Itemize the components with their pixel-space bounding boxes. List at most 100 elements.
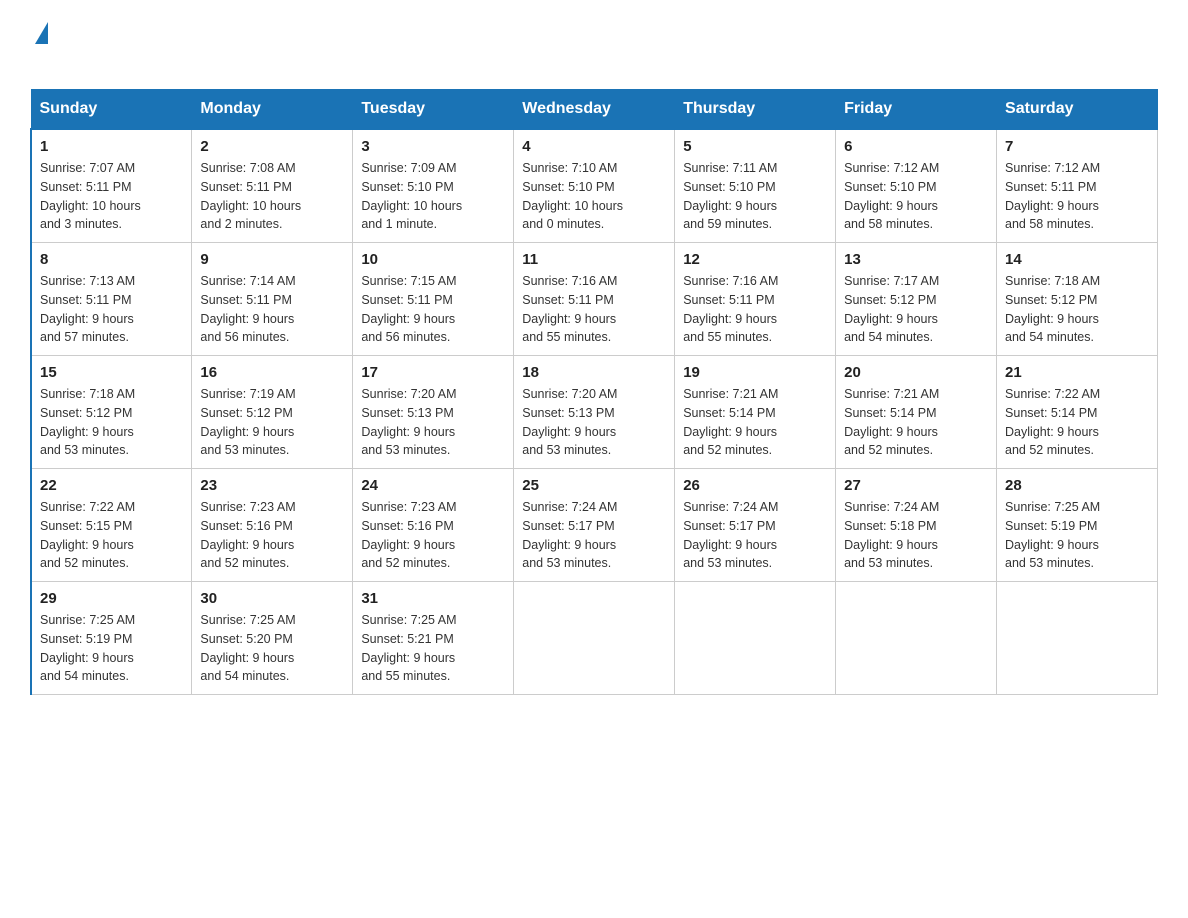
day-number: 5 bbox=[683, 138, 827, 155]
day-info: Sunrise: 7:18 AMSunset: 5:12 PMDaylight:… bbox=[40, 385, 183, 460]
day-info: Sunrise: 7:16 AMSunset: 5:11 PMDaylight:… bbox=[683, 272, 827, 347]
day-number: 16 bbox=[200, 364, 344, 381]
calendar-cell: 1 Sunrise: 7:07 AMSunset: 5:11 PMDayligh… bbox=[31, 129, 192, 243]
day-number: 13 bbox=[844, 251, 988, 268]
day-number: 15 bbox=[40, 364, 183, 381]
day-number: 7 bbox=[1005, 138, 1149, 155]
calendar-cell: 28 Sunrise: 7:25 AMSunset: 5:19 PMDaylig… bbox=[997, 469, 1158, 582]
calendar-cell: 22 Sunrise: 7:22 AMSunset: 5:15 PMDaylig… bbox=[31, 469, 192, 582]
day-info: Sunrise: 7:08 AMSunset: 5:11 PMDaylight:… bbox=[200, 159, 344, 234]
calendar-cell bbox=[836, 582, 997, 695]
day-number: 27 bbox=[844, 477, 988, 494]
day-info: Sunrise: 7:24 AMSunset: 5:17 PMDaylight:… bbox=[683, 498, 827, 573]
day-number: 25 bbox=[522, 477, 666, 494]
calendar-cell: 30 Sunrise: 7:25 AMSunset: 5:20 PMDaylig… bbox=[192, 582, 353, 695]
day-number: 26 bbox=[683, 477, 827, 494]
logo bbox=[30, 20, 48, 73]
calendar-week-1: 1 Sunrise: 7:07 AMSunset: 5:11 PMDayligh… bbox=[31, 129, 1158, 243]
calendar-cell: 11 Sunrise: 7:16 AMSunset: 5:11 PMDaylig… bbox=[514, 243, 675, 356]
weekday-header-friday: Friday bbox=[836, 90, 997, 130]
calendar-cell bbox=[514, 582, 675, 695]
calendar-cell: 20 Sunrise: 7:21 AMSunset: 5:14 PMDaylig… bbox=[836, 356, 997, 469]
day-number: 4 bbox=[522, 138, 666, 155]
day-info: Sunrise: 7:12 AMSunset: 5:11 PMDaylight:… bbox=[1005, 159, 1149, 234]
day-number: 28 bbox=[1005, 477, 1149, 494]
weekday-header-sunday: Sunday bbox=[31, 90, 192, 130]
calendar-cell: 18 Sunrise: 7:20 AMSunset: 5:13 PMDaylig… bbox=[514, 356, 675, 469]
calendar-cell: 19 Sunrise: 7:21 AMSunset: 5:14 PMDaylig… bbox=[675, 356, 836, 469]
calendar-cell: 3 Sunrise: 7:09 AMSunset: 5:10 PMDayligh… bbox=[353, 129, 514, 243]
calendar-cell: 9 Sunrise: 7:14 AMSunset: 5:11 PMDayligh… bbox=[192, 243, 353, 356]
day-info: Sunrise: 7:23 AMSunset: 5:16 PMDaylight:… bbox=[361, 498, 505, 573]
day-number: 18 bbox=[522, 364, 666, 381]
day-info: Sunrise: 7:07 AMSunset: 5:11 PMDaylight:… bbox=[40, 159, 183, 234]
day-number: 14 bbox=[1005, 251, 1149, 268]
calendar-cell: 2 Sunrise: 7:08 AMSunset: 5:11 PMDayligh… bbox=[192, 129, 353, 243]
calendar-cell: 16 Sunrise: 7:19 AMSunset: 5:12 PMDaylig… bbox=[192, 356, 353, 469]
day-number: 3 bbox=[361, 138, 505, 155]
calendar-cell: 25 Sunrise: 7:24 AMSunset: 5:17 PMDaylig… bbox=[514, 469, 675, 582]
weekday-header-tuesday: Tuesday bbox=[353, 90, 514, 130]
calendar-table: SundayMondayTuesdayWednesdayThursdayFrid… bbox=[30, 89, 1158, 695]
day-info: Sunrise: 7:25 AMSunset: 5:21 PMDaylight:… bbox=[361, 611, 505, 686]
weekday-header-thursday: Thursday bbox=[675, 90, 836, 130]
day-info: Sunrise: 7:24 AMSunset: 5:17 PMDaylight:… bbox=[522, 498, 666, 573]
day-number: 12 bbox=[683, 251, 827, 268]
calendar-cell: 24 Sunrise: 7:23 AMSunset: 5:16 PMDaylig… bbox=[353, 469, 514, 582]
day-info: Sunrise: 7:22 AMSunset: 5:15 PMDaylight:… bbox=[40, 498, 183, 573]
calendar-cell: 23 Sunrise: 7:23 AMSunset: 5:16 PMDaylig… bbox=[192, 469, 353, 582]
day-info: Sunrise: 7:20 AMSunset: 5:13 PMDaylight:… bbox=[522, 385, 666, 460]
day-info: Sunrise: 7:10 AMSunset: 5:10 PMDaylight:… bbox=[522, 159, 666, 234]
day-info: Sunrise: 7:14 AMSunset: 5:11 PMDaylight:… bbox=[200, 272, 344, 347]
calendar-cell bbox=[997, 582, 1158, 695]
day-info: Sunrise: 7:25 AMSunset: 5:19 PMDaylight:… bbox=[1005, 498, 1149, 573]
day-info: Sunrise: 7:25 AMSunset: 5:20 PMDaylight:… bbox=[200, 611, 344, 686]
calendar-cell: 6 Sunrise: 7:12 AMSunset: 5:10 PMDayligh… bbox=[836, 129, 997, 243]
day-number: 22 bbox=[40, 477, 183, 494]
day-info: Sunrise: 7:21 AMSunset: 5:14 PMDaylight:… bbox=[683, 385, 827, 460]
calendar-week-4: 22 Sunrise: 7:22 AMSunset: 5:15 PMDaylig… bbox=[31, 469, 1158, 582]
weekday-header-monday: Monday bbox=[192, 90, 353, 130]
day-number: 6 bbox=[844, 138, 988, 155]
page-header bbox=[30, 20, 1158, 73]
weekday-header-wednesday: Wednesday bbox=[514, 90, 675, 130]
day-info: Sunrise: 7:19 AMSunset: 5:12 PMDaylight:… bbox=[200, 385, 344, 460]
day-info: Sunrise: 7:25 AMSunset: 5:19 PMDaylight:… bbox=[40, 611, 183, 686]
day-info: Sunrise: 7:20 AMSunset: 5:13 PMDaylight:… bbox=[361, 385, 505, 460]
day-number: 24 bbox=[361, 477, 505, 494]
day-info: Sunrise: 7:24 AMSunset: 5:18 PMDaylight:… bbox=[844, 498, 988, 573]
calendar-cell: 10 Sunrise: 7:15 AMSunset: 5:11 PMDaylig… bbox=[353, 243, 514, 356]
day-number: 2 bbox=[200, 138, 344, 155]
day-number: 23 bbox=[200, 477, 344, 494]
day-number: 30 bbox=[200, 590, 344, 607]
calendar-cell: 4 Sunrise: 7:10 AMSunset: 5:10 PMDayligh… bbox=[514, 129, 675, 243]
day-info: Sunrise: 7:13 AMSunset: 5:11 PMDaylight:… bbox=[40, 272, 183, 347]
calendar-cell: 14 Sunrise: 7:18 AMSunset: 5:12 PMDaylig… bbox=[997, 243, 1158, 356]
calendar-cell: 8 Sunrise: 7:13 AMSunset: 5:11 PMDayligh… bbox=[31, 243, 192, 356]
day-info: Sunrise: 7:16 AMSunset: 5:11 PMDaylight:… bbox=[522, 272, 666, 347]
day-number: 17 bbox=[361, 364, 505, 381]
calendar-cell: 29 Sunrise: 7:25 AMSunset: 5:19 PMDaylig… bbox=[31, 582, 192, 695]
day-info: Sunrise: 7:15 AMSunset: 5:11 PMDaylight:… bbox=[361, 272, 505, 347]
calendar-cell: 26 Sunrise: 7:24 AMSunset: 5:17 PMDaylig… bbox=[675, 469, 836, 582]
calendar-cell: 21 Sunrise: 7:22 AMSunset: 5:14 PMDaylig… bbox=[997, 356, 1158, 469]
weekday-header-saturday: Saturday bbox=[997, 90, 1158, 130]
calendar-cell bbox=[675, 582, 836, 695]
day-info: Sunrise: 7:23 AMSunset: 5:16 PMDaylight:… bbox=[200, 498, 344, 573]
day-info: Sunrise: 7:18 AMSunset: 5:12 PMDaylight:… bbox=[1005, 272, 1149, 347]
calendar-cell: 5 Sunrise: 7:11 AMSunset: 5:10 PMDayligh… bbox=[675, 129, 836, 243]
day-info: Sunrise: 7:22 AMSunset: 5:14 PMDaylight:… bbox=[1005, 385, 1149, 460]
day-number: 11 bbox=[522, 251, 666, 268]
calendar-cell: 17 Sunrise: 7:20 AMSunset: 5:13 PMDaylig… bbox=[353, 356, 514, 469]
day-number: 29 bbox=[40, 590, 183, 607]
calendar-week-5: 29 Sunrise: 7:25 AMSunset: 5:19 PMDaylig… bbox=[31, 582, 1158, 695]
day-info: Sunrise: 7:12 AMSunset: 5:10 PMDaylight:… bbox=[844, 159, 988, 234]
calendar-week-2: 8 Sunrise: 7:13 AMSunset: 5:11 PMDayligh… bbox=[31, 243, 1158, 356]
day-number: 21 bbox=[1005, 364, 1149, 381]
day-info: Sunrise: 7:09 AMSunset: 5:10 PMDaylight:… bbox=[361, 159, 505, 234]
calendar-cell: 13 Sunrise: 7:17 AMSunset: 5:12 PMDaylig… bbox=[836, 243, 997, 356]
day-number: 20 bbox=[844, 364, 988, 381]
calendar-cell: 27 Sunrise: 7:24 AMSunset: 5:18 PMDaylig… bbox=[836, 469, 997, 582]
day-number: 19 bbox=[683, 364, 827, 381]
calendar-cell: 12 Sunrise: 7:16 AMSunset: 5:11 PMDaylig… bbox=[675, 243, 836, 356]
